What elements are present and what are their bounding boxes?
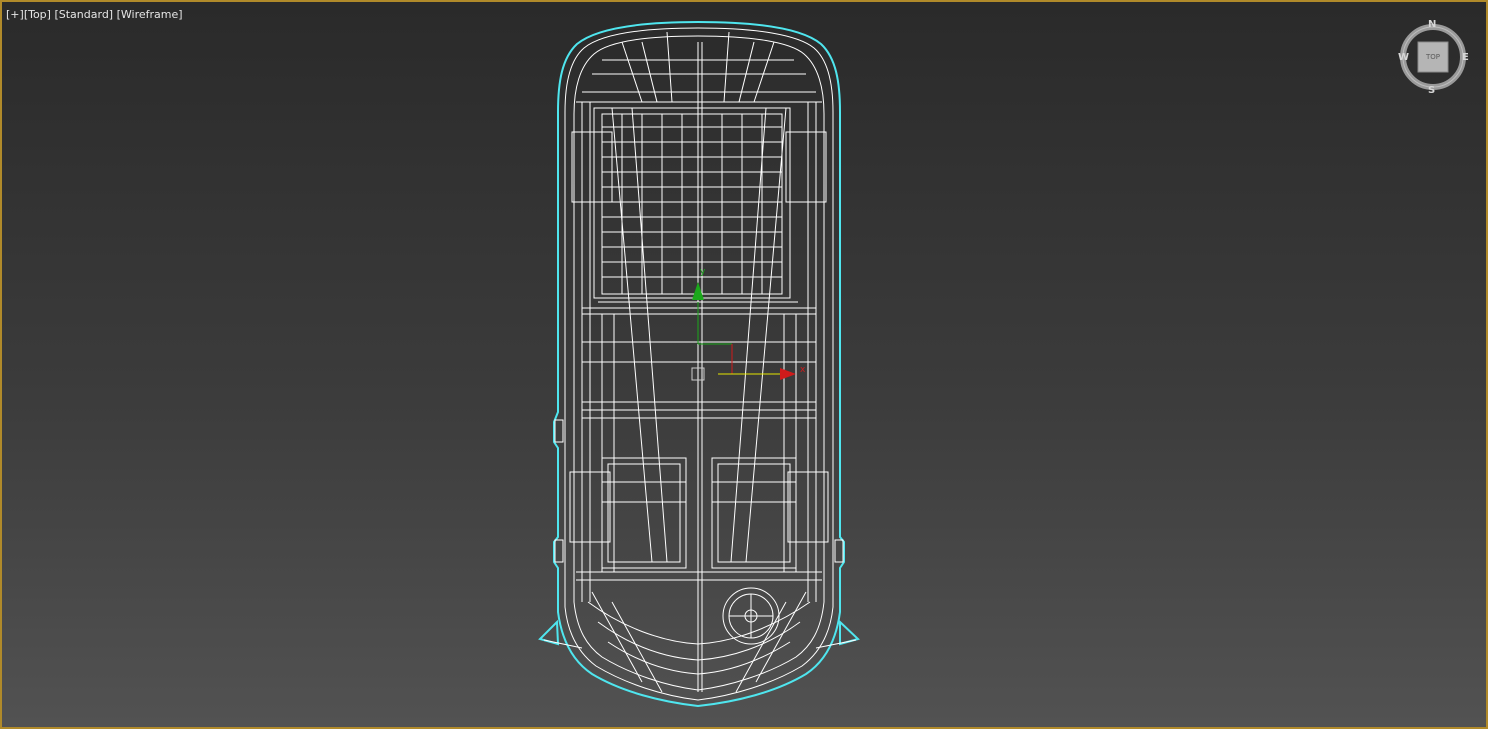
viewcube-face-label[interactable]: TOP (1422, 53, 1444, 61)
scene-canvas[interactable]: x y (2, 2, 1486, 727)
compass-south-label[interactable]: S (1428, 85, 1435, 96)
compass-west-label[interactable]: W (1398, 52, 1409, 63)
gizmo-x-arrow[interactable] (780, 368, 796, 380)
viewport-top-wireframe[interactable]: [+][Top] [Standard] [Wireframe] x y N S … (0, 0, 1488, 729)
compass-north-label[interactable]: N (1428, 19, 1436, 30)
viewcube[interactable]: N S E W TOP (1396, 19, 1472, 97)
compass-east-label[interactable]: E (1462, 52, 1469, 63)
windshield-grid (602, 114, 782, 294)
car-wireframe[interactable] (543, 27, 857, 701)
gizmo-y-label: y (700, 267, 706, 277)
selection-outline (538, 20, 860, 708)
gizmo-x-label: x (800, 365, 806, 375)
